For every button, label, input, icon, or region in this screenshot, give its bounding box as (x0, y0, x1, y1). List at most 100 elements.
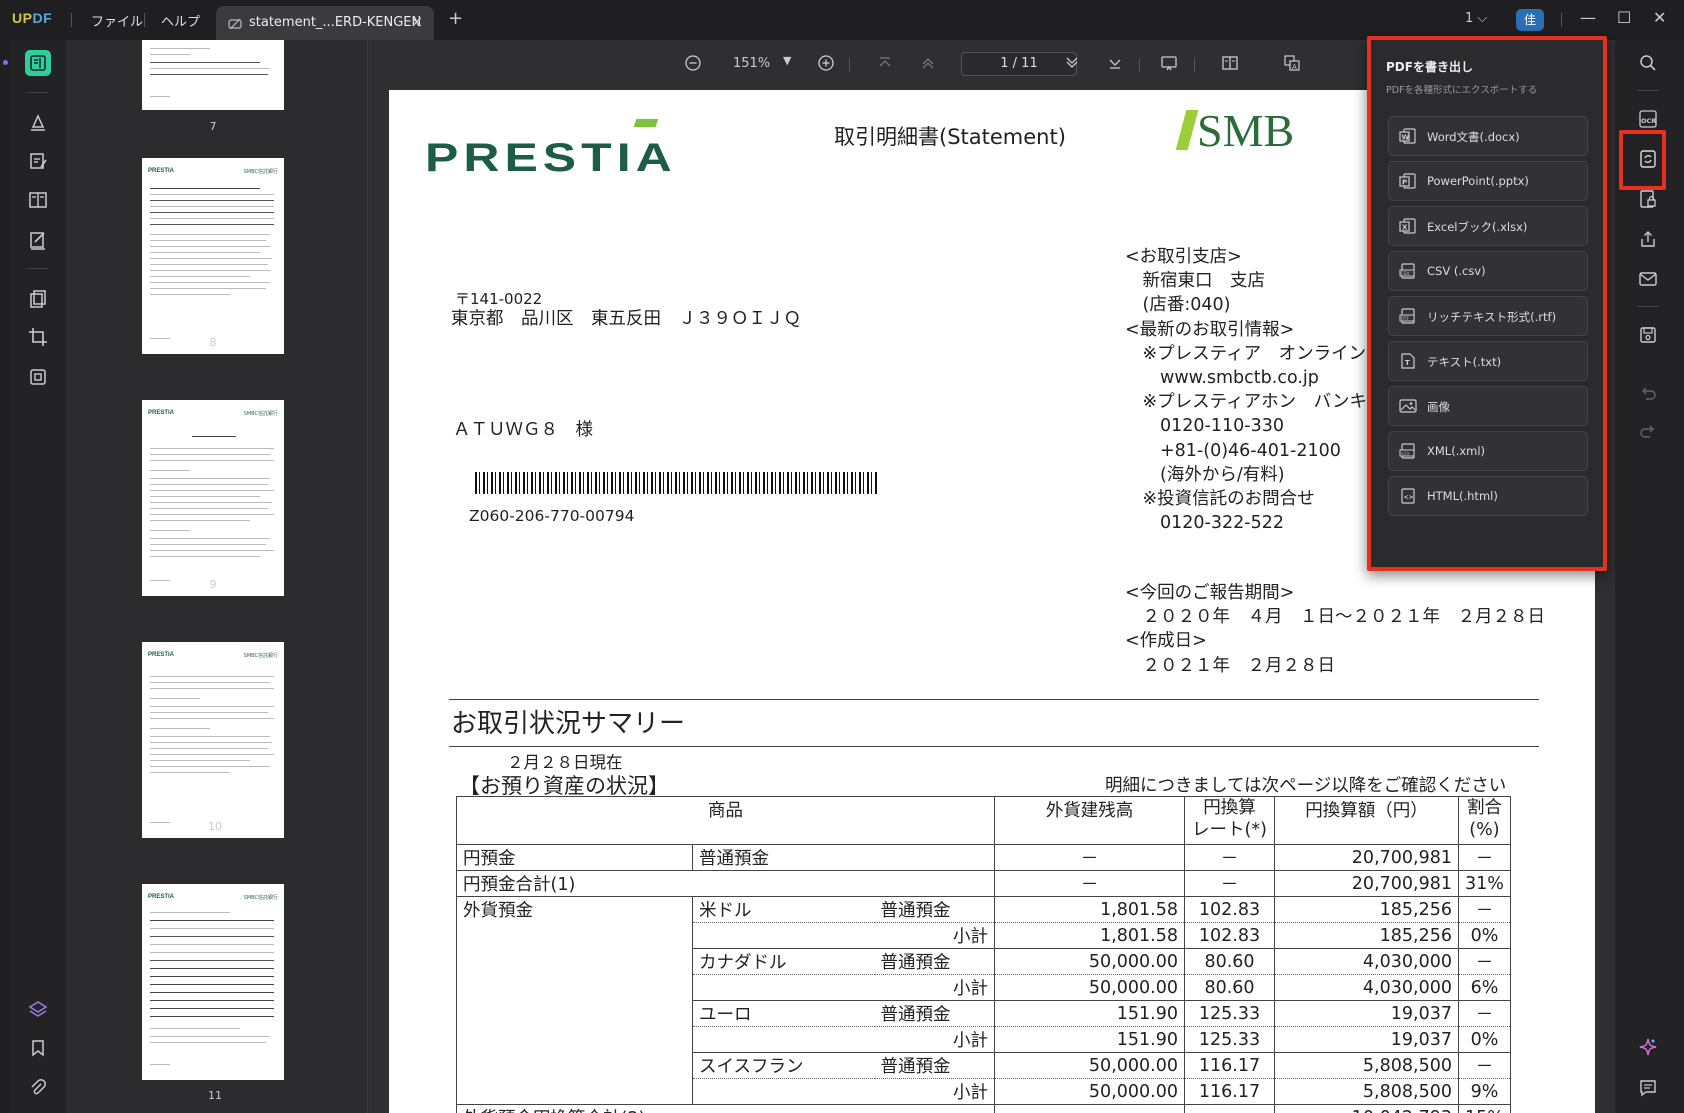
next-page-icon[interactable] (1064, 55, 1080, 75)
presentation-icon[interactable] (1160, 54, 1178, 76)
save-icon[interactable] (1635, 322, 1661, 348)
export-text-button[interactable]: T テキスト(.txt) (1388, 341, 1588, 381)
branch-line: 新宿東口 支店 (1125, 271, 1265, 292)
export-word-button[interactable]: W Word文書(.docx) (1388, 116, 1588, 156)
bookmark-icon[interactable] (25, 1035, 51, 1061)
assets-summary-table: 商品 外貨建残高 円換算 レート(*) 円換算額（円） 割合 (%) 円預金 普通預… (456, 796, 1511, 1113)
undo-icon[interactable] (1635, 380, 1661, 406)
maximize-icon[interactable]: ☐ (1617, 8, 1631, 27)
ocr-icon[interactable]: OCR (1635, 106, 1661, 132)
comment-tool-icon[interactable] (25, 109, 51, 135)
organize-pages-icon[interactable] (25, 286, 51, 312)
export-html-button[interactable]: <> HTML(.html) (1388, 476, 1588, 516)
excel-icon: X (1399, 217, 1417, 239)
branch-line: +81-(0)46-401-2100 (1125, 440, 1341, 461)
cell-yen: 5,808,500 (1274, 1078, 1459, 1105)
zoom-in-icon[interactable] (818, 55, 834, 75)
cell-yen: 19,037 (1274, 1000, 1459, 1027)
export-image-button[interactable]: 画像 (1388, 386, 1588, 426)
branch-line: www.smbctb.co.jp (1125, 368, 1319, 389)
export-panel-title: PDFを書き出し (1386, 60, 1473, 74)
avatar[interactable]: 佳 (1516, 9, 1544, 31)
page-tool-icon[interactable] (25, 187, 51, 213)
cell-balance: 50,000.00 (994, 948, 1185, 975)
zoom-out-icon[interactable] (685, 55, 701, 75)
branch-line: 0120-110-330 (1125, 416, 1284, 437)
thumbnail-page-7[interactable] (142, 40, 284, 110)
cell-yen: 10,042,793 (1274, 1104, 1459, 1113)
cell-subtotal: 小計 (692, 1026, 995, 1053)
header-rate-line1: 円換算 (1203, 798, 1256, 818)
cell-subtotal: 小計 (692, 974, 995, 1001)
thumbnail-page-11[interactable]: PRESTIA SMBC信託銀行 (142, 884, 284, 1080)
status-dot (3, 60, 8, 65)
close-tab-icon[interactable]: × (410, 12, 423, 31)
export-xml-button[interactable]: </> XML(.xml) (1388, 431, 1588, 471)
last-page-icon[interactable] (1107, 55, 1123, 75)
thumbnail-page-9[interactable]: PRESTIA SMBC信託銀行 (142, 400, 284, 596)
close-window-icon[interactable]: ✕ (1653, 8, 1666, 27)
svg-text:P: P (1402, 179, 1407, 187)
new-tab-icon[interactable]: + (448, 8, 463, 29)
zoom-dropdown-icon[interactable]: ▼ (783, 54, 791, 67)
previous-page-icon[interactable] (920, 55, 936, 75)
cell-currency: カナダドル (692, 948, 875, 975)
page-number-input[interactable]: 1 / 11 (961, 52, 1077, 76)
export-powerpoint-button[interactable]: P PowerPoint(.pptx) (1388, 161, 1588, 201)
cell-ratio: － (1458, 1052, 1511, 1079)
cell-balance: 151.90 (994, 1000, 1185, 1027)
svg-text:A: A (1292, 63, 1297, 71)
search-icon[interactable] (1635, 50, 1661, 76)
document-title: 取引明細書(Statement) (834, 125, 1066, 149)
divider (144, 13, 145, 27)
minimize-icon[interactable]: — (1580, 8, 1596, 27)
reader-tool-icon[interactable] (25, 50, 51, 76)
ocr-layers-icon[interactable] (25, 364, 51, 390)
redo-icon[interactable] (1635, 418, 1661, 444)
table-row: 外貨預金 米ドル 普通預金 1,801.58 102.83 185,256 － (456, 896, 1511, 1105)
edit-tool-icon[interactable] (25, 148, 51, 174)
crop-tool-icon[interactable] (25, 324, 51, 350)
title-bar: UPDF ファイル ヘルプ statement_...ERD-KENGEN × … (0, 0, 1684, 40)
ai-assistant-icon[interactable] (1635, 1034, 1661, 1060)
summary-title: お取引状況サマリー (451, 709, 686, 739)
export-pdf-panel: PDFを書き出し PDFを各種形式にエクスポートする W Word文書(.doc… (1367, 36, 1607, 571)
export-item-label: Word文書(.docx) (1427, 130, 1520, 144)
cell-product: 普通預金 (874, 1000, 995, 1027)
form-tool-icon[interactable] (25, 227, 51, 253)
window-count[interactable]: 1 ⌵ (1465, 11, 1487, 26)
cell-product: 普通預金 (692, 844, 995, 871)
cell-yen: 185,256 (1274, 896, 1459, 923)
export-rtf-button[interactable]: RTF リッチテキスト形式(.rtf) (1388, 296, 1588, 336)
thumbnail-page-10[interactable]: PRESTIA SMBC信託銀行 (142, 642, 284, 838)
layers-icon[interactable] (25, 996, 51, 1022)
export-csv-button[interactable]: CSV CSV (.csv) (1388, 251, 1588, 291)
document-tab-title: statement_...ERD-KENGEN (249, 15, 422, 30)
export-excel-button[interactable]: X Excelブック(.xlsx) (1388, 206, 1588, 246)
share-icon[interactable] (1635, 226, 1661, 252)
first-page-icon[interactable] (877, 55, 893, 75)
divider (1139, 58, 1140, 72)
cell-subtotal: 小計 (692, 1078, 995, 1105)
attachment-icon[interactable] (25, 1075, 51, 1101)
menu-help[interactable]: ヘルプ (161, 11, 200, 30)
zoom-level[interactable]: 151% (733, 56, 770, 71)
thumbnail-page-8[interactable]: PRESTIA SMBC信託銀行 (142, 158, 284, 354)
export-item-label: Excelブック(.xlsx) (1427, 220, 1528, 234)
cell-product: 普通預金 (874, 1052, 995, 1079)
document-tab[interactable]: statement_...ERD-KENGEN × (216, 6, 434, 40)
branch-line: ※プレスティア オンライン (1125, 343, 1367, 364)
svg-text:W: W (1402, 134, 1410, 142)
menu-file[interactable]: ファイル (91, 11, 143, 30)
address: 東京都 品川区 東五反田 Ｊ３９ＯＩＪＱ (451, 309, 801, 329)
email-icon[interactable] (1635, 266, 1661, 292)
translate-icon[interactable]: A (1283, 54, 1301, 76)
word-icon: W (1399, 127, 1417, 149)
period-line: <作成日> (1125, 631, 1207, 652)
right-tool-rail: OCR (1615, 40, 1684, 1113)
thumbnail-panel[interactable]: 7 PRESTIA SMBC信託銀行 8 PRESTIA SMBC信託銀行 9 PR… (66, 40, 368, 1113)
export-item-label: XML(.xml) (1427, 444, 1486, 458)
comments-list-icon[interactable] (1635, 1075, 1661, 1101)
page-layout-icon[interactable] (1221, 54, 1239, 76)
cell-rate: － (1184, 870, 1275, 897)
